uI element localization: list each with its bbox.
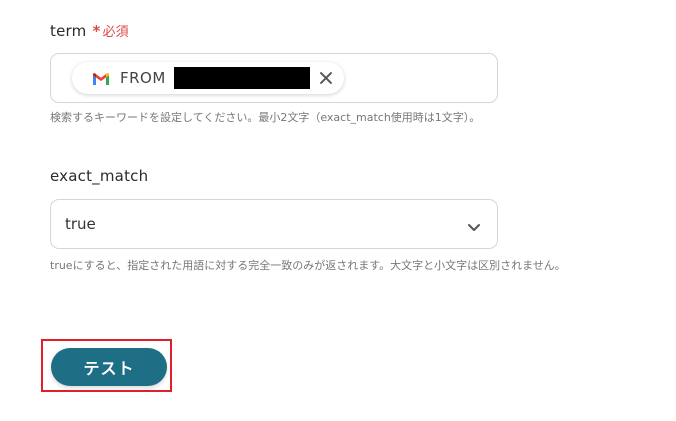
required-text: 必須 — [102, 25, 129, 40]
gmail-icon — [92, 71, 110, 85]
redacted-value — [173, 67, 310, 89]
exact-match-label: exact_match — [50, 167, 149, 185]
term-label-row: term * 必須 — [50, 21, 129, 41]
term-input[interactable]: FROM — [50, 53, 498, 103]
form-page: term * 必須 FROM 検索するキーワードを設定してください。最小2文字（… — [0, 0, 676, 421]
select-value: true — [65, 215, 96, 233]
exact-match-label-row: exact_match — [50, 167, 148, 185]
required-asterisk-icon: * — [92, 21, 101, 40]
exact-match-select[interactable]: true — [50, 199, 498, 249]
term-help-text: 検索するキーワードを設定してください。最小2文字（exact_match使用時は… — [50, 111, 481, 124]
term-chip: FROM — [72, 62, 344, 94]
required-indicator: * 必須 — [92, 21, 129, 41]
close-icon[interactable] — [318, 70, 334, 86]
test-button-highlight: テスト — [41, 339, 172, 392]
exact-match-help-text: trueにすると、指定された用語に対する完全一致のみが返されます。大文字と小文字… — [50, 259, 566, 272]
chevron-down-icon — [467, 218, 481, 231]
term-label: term — [50, 21, 87, 40]
test-button[interactable]: テスト — [51, 348, 167, 386]
chip-text: FROM — [120, 69, 166, 87]
